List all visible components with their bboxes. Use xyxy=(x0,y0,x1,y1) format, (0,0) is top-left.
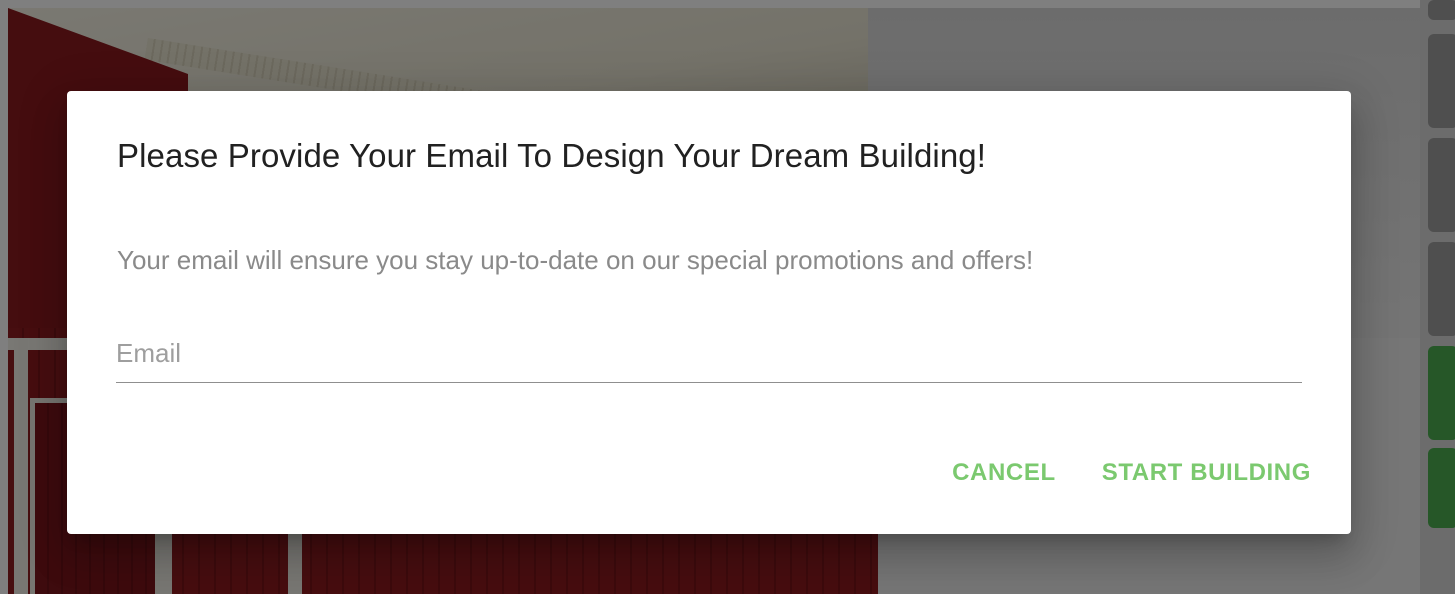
email-field-underline xyxy=(116,382,1302,383)
email-input[interactable] xyxy=(116,325,1302,381)
dialog-description: Your email will ensure you stay up-to-da… xyxy=(117,245,1034,275)
cancel-button[interactable]: CANCEL xyxy=(936,453,1072,493)
dialog-title: Please Provide Your Email To Design Your… xyxy=(117,137,986,174)
dialog-actions: CANCEL START BUILDING xyxy=(936,453,1327,493)
start-building-button[interactable]: START BUILDING xyxy=(1086,453,1327,493)
email-dialog: Please Provide Your Email To Design Your… xyxy=(67,91,1351,534)
email-field xyxy=(116,325,1302,383)
app-root: Please Provide Your Email To Design Your… xyxy=(0,0,1455,594)
